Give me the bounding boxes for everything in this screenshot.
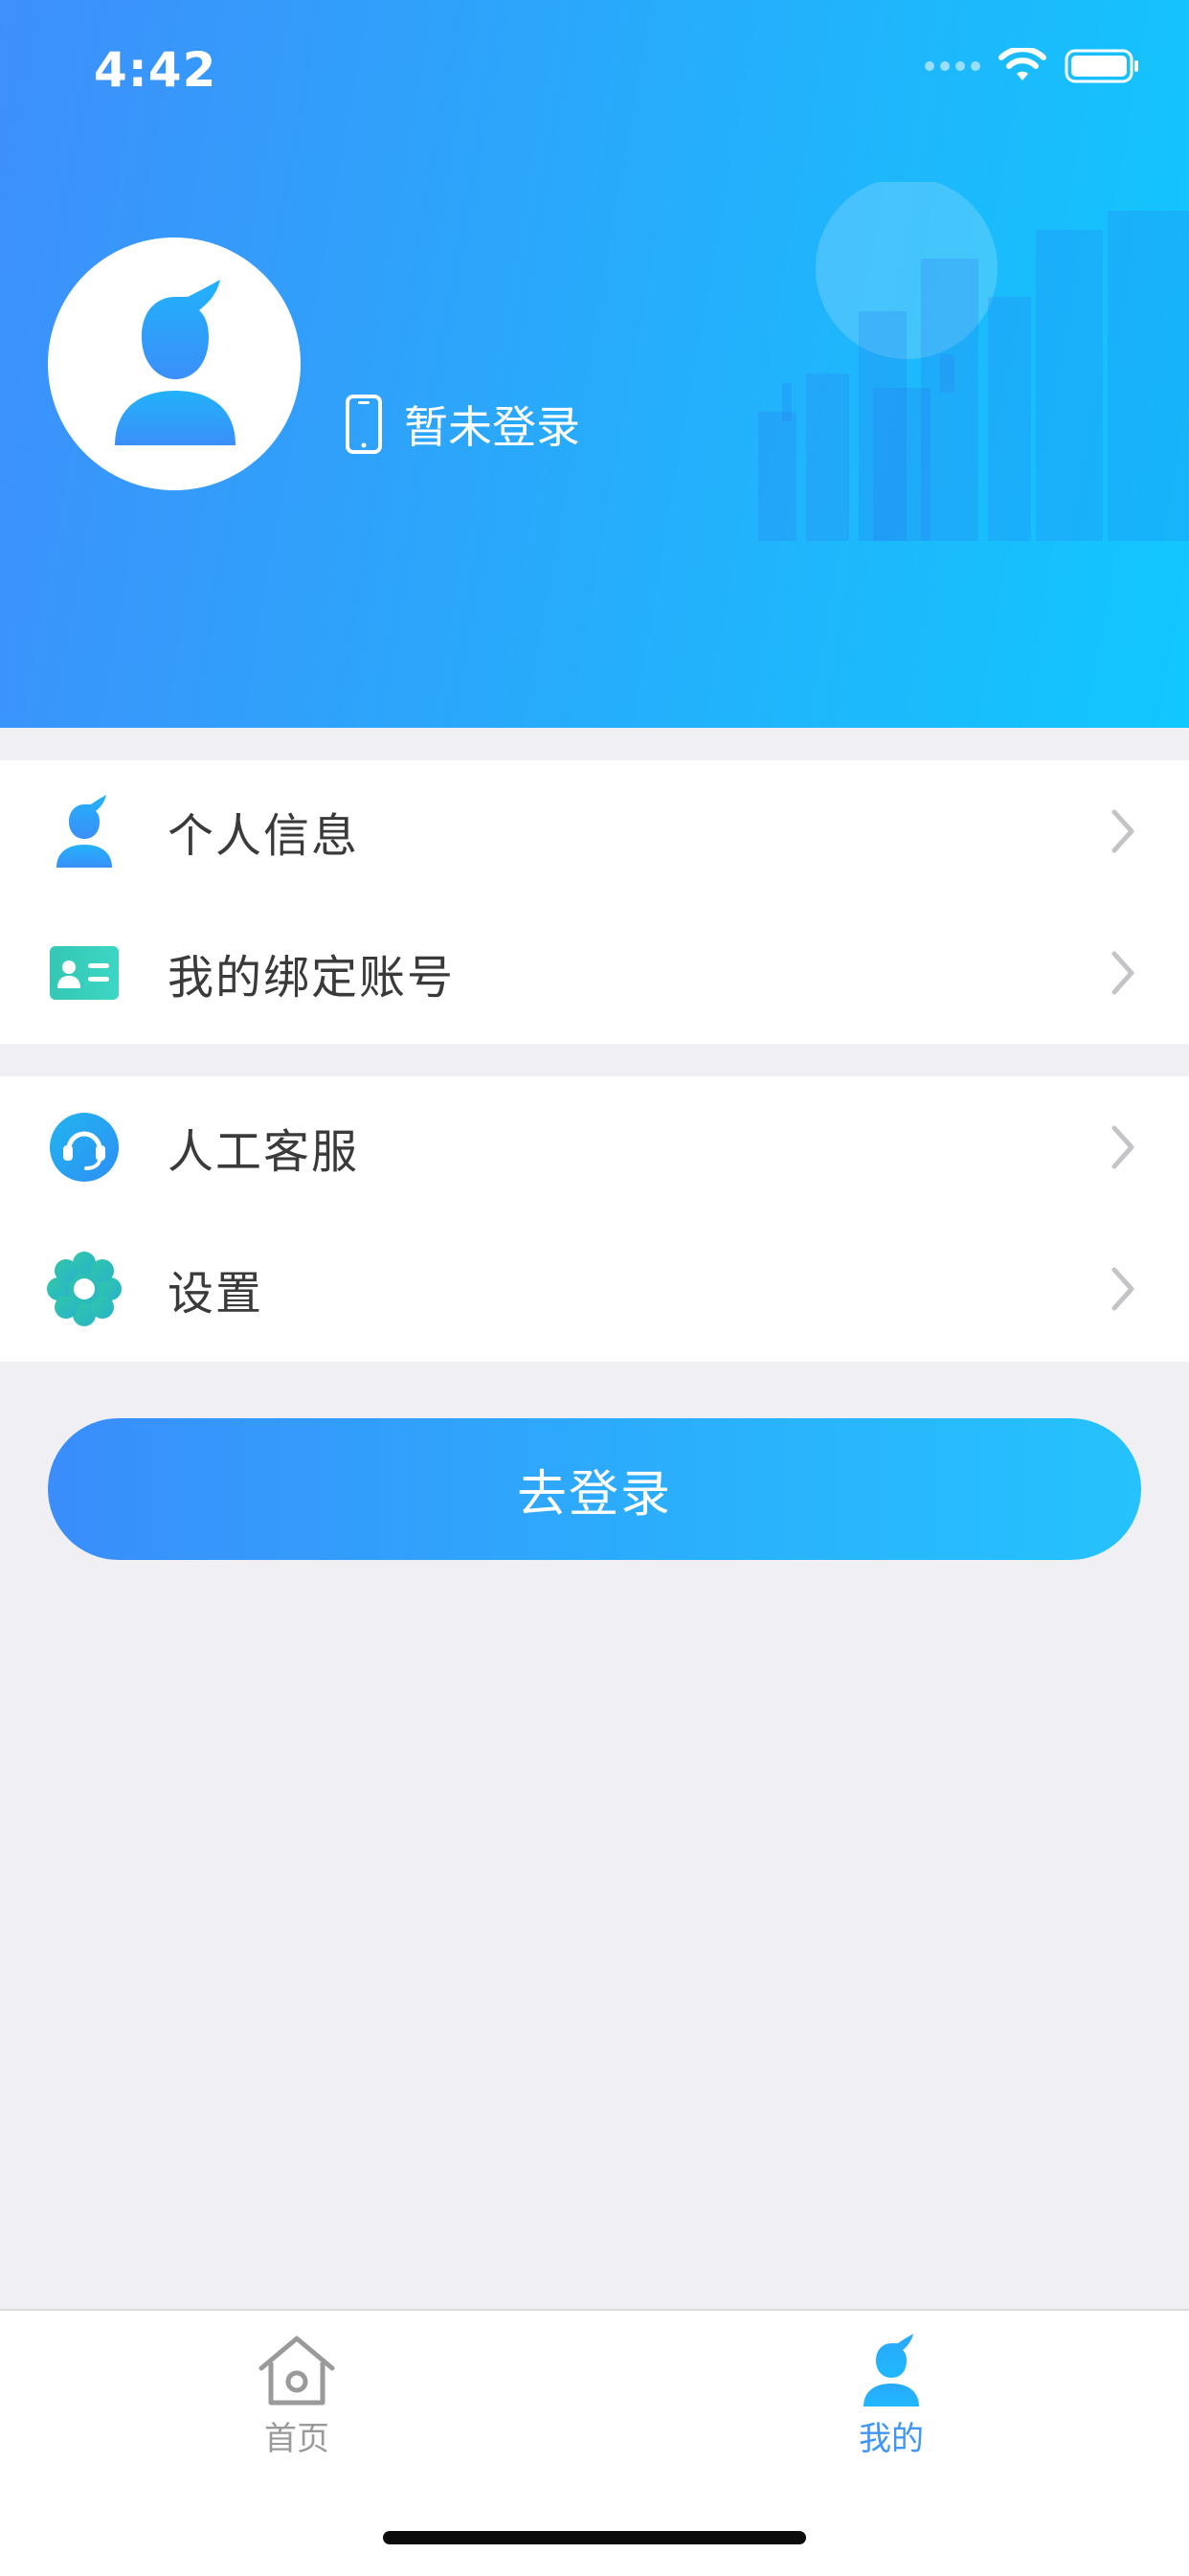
headset-icon <box>46 1109 123 1186</box>
menu-item-label: 人工客服 <box>168 1125 360 1179</box>
tab-mine-label: 我的 <box>859 2420 924 2458</box>
avatar[interactable] <box>48 237 301 490</box>
chevron-right-icon <box>1111 809 1134 853</box>
go-login-button[interactable]: 去登录 <box>48 1418 1141 1560</box>
default-avatar-icon <box>115 280 236 445</box>
person-icon <box>46 793 123 870</box>
login-status-text: 暂未登录 <box>404 401 580 453</box>
person-icon <box>864 2334 919 2407</box>
home-icon <box>258 2336 335 2406</box>
menu-group-support: 人工客服 设置 <box>0 1076 1189 1362</box>
profile-header: 4:42 暂未登录 <box>0 0 1189 728</box>
menu-item-personal-info[interactable]: 个人信息 <box>0 760 1189 902</box>
city-skyline-illustration <box>758 182 1189 541</box>
menu-item-bound-accounts[interactable]: 我的绑定账号 <box>0 902 1189 1044</box>
wifi-icon <box>998 48 1046 80</box>
chevron-right-icon <box>1111 1267 1134 1311</box>
gear-icon <box>46 1251 123 1327</box>
login-status[interactable]: 暂未登录 <box>345 393 580 456</box>
status-icons <box>925 48 1141 84</box>
battery-icon <box>1065 49 1138 83</box>
menu-item-label: 个人信息 <box>168 809 360 863</box>
menu-item-customer-service[interactable]: 人工客服 <box>0 1076 1189 1218</box>
menu-item-label: 我的绑定账号 <box>168 951 456 1005</box>
id-card-icon <box>46 935 123 1011</box>
phone-icon <box>346 395 382 454</box>
tab-mine[interactable]: 我的 <box>796 2334 987 2459</box>
chevron-right-icon <box>1111 951 1134 995</box>
menu-group-account: 个人信息 我的绑定账号 <box>0 760 1189 1044</box>
tab-home[interactable]: 首页 <box>201 2334 393 2459</box>
tab-home-label: 首页 <box>264 2420 329 2458</box>
signal-icon <box>925 61 980 71</box>
menu-item-settings[interactable]: 设置 <box>0 1218 1189 1360</box>
home-indicator <box>383 2531 806 2544</box>
status-time: 4:42 <box>94 42 217 98</box>
menu-item-label: 设置 <box>168 1267 264 1321</box>
chevron-right-icon <box>1111 1125 1134 1169</box>
